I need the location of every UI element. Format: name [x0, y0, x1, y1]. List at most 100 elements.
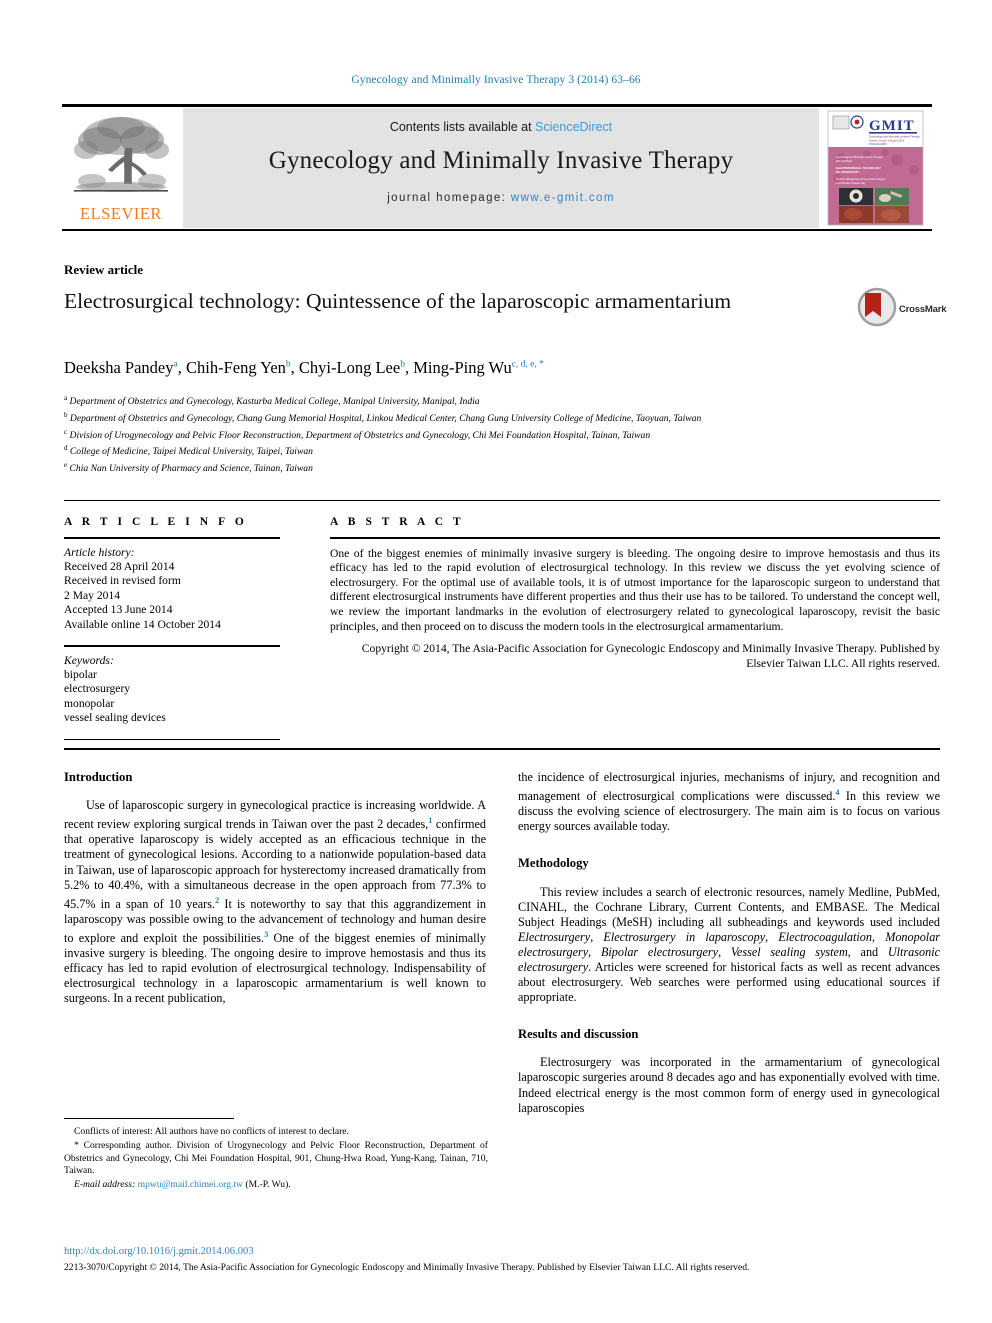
abstract-body: One of the biggest enemies of minimally …	[330, 546, 940, 633]
author-sep-0: ,	[177, 358, 186, 377]
affiliation-mark-d: d	[64, 444, 68, 453]
email-suffix: (M.-P. Wu).	[243, 1179, 291, 1191]
history-received: Received 28 April 2014	[64, 560, 175, 573]
keywords-top-rule	[64, 645, 280, 647]
author-name-0: Deeksha Pandey	[64, 358, 174, 377]
crossmark-badge[interactable]: CrossMark	[857, 287, 947, 337]
running-head: Gynecology and Minimally Invasive Therap…	[351, 74, 641, 86]
author-name-2: Chyi-Long Lee	[298, 358, 401, 377]
doi-link[interactable]: http://dx.doi.org/10.1016/j.gmit.2014.06…	[64, 1246, 254, 1257]
keyword-0: bipolar	[64, 668, 97, 682]
affiliation-mark-c: c	[64, 427, 68, 436]
elsevier-wordmark: ELSEVIER	[80, 204, 162, 223]
svg-text:Gynecology and Minimally Invas: Gynecology and Minimally Invasive Therap…	[869, 135, 920, 139]
elsevier-logo: ELSEVIER	[62, 108, 180, 228]
article-type: Review article	[64, 262, 144, 277]
methodology-paragraph: This review includes a search of electro…	[518, 884, 941, 1005]
svg-text:Gynecology and Minimally Invas: Gynecology and Minimally Invasive Therap…	[836, 156, 884, 159]
affiliation-d: d College of Medicine, Taipei Medical Un…	[64, 442, 939, 459]
sciencedirect-link[interactable]: ScienceDirect	[535, 120, 612, 134]
history-accepted: Accepted 13 June 2014	[64, 603, 173, 617]
crossmark-label: CrossMark	[899, 304, 947, 315]
footnote-corresponding-author: * Corresponding author. Division of Urog…	[64, 1140, 488, 1176]
journal-cover-thumbnail: GMIT Gynecology and Minimally Invasive T…	[819, 108, 932, 228]
heading-methodology: Methodology	[518, 856, 589, 871]
intro-paragraph: Use of laparoscopic surgery in gynecolog…	[64, 798, 486, 1006]
abstract-copyright: Copyright © 2014, The Asia-Pacific Assoc…	[361, 642, 940, 670]
affiliation-a: a Department of Obstetrics and Gynecolog…	[64, 392, 939, 409]
intro-continued-paragraph: the incidence of electrosurgical injurie…	[518, 770, 940, 834]
affiliation-text-d: College of Medicine, Taipei Medical Univ…	[69, 446, 313, 458]
crossmark-icon	[857, 287, 897, 327]
mesh-term-5: Bipolar electrosurgery	[600, 944, 719, 959]
abstract-band-top-rule	[64, 500, 940, 501]
keywords-label: Keywords:	[64, 653, 114, 667]
masthead-bottom-rule	[62, 229, 932, 231]
contents-prefix: Contents lists available at	[389, 120, 536, 134]
affiliation-text-c: Division of Urogynecology and Pelvic Flo…	[69, 429, 651, 441]
body-column-right: the incidence of electrosurgical injurie…	[518, 770, 940, 1116]
article-info-rule	[64, 537, 280, 539]
footnote-block: Conflicts of interest: All authors have …	[64, 1126, 488, 1193]
author-marks-3[interactable]: c, d, e, *	[512, 360, 544, 370]
history-revised-label: Received in revised form	[64, 574, 181, 588]
affiliation-mark-a: a	[64, 394, 68, 402]
journal-article-page: Gynecology and Minimally Invasive Therap…	[0, 0, 992, 1323]
mesh-term-1: Electrosurgery	[518, 929, 591, 944]
journal-title: Gynecology and Minimally Invasive Therap…	[268, 147, 734, 174]
author-list: Deeksha Pandeya, Chih-Feng Yenb, Chyi-Lo…	[64, 358, 824, 378]
mesh-term-2: Electrosurgery in laparoscopy	[603, 929, 766, 944]
journal-cover-image: GMIT Gynecology and Minimally Invasive T…	[819, 108, 932, 228]
keyword-3: vessel sealing devices	[64, 711, 166, 725]
journal-banner: Contents lists available at ScienceDirec…	[183, 108, 819, 228]
author-sep-2: ,	[404, 358, 414, 377]
elsevier-tree-icon	[74, 117, 169, 192]
keyword-2: monopolar	[64, 696, 115, 710]
affiliation-text-e: Chia Nan University of Pharmacy and Scie…	[69, 463, 313, 475]
email-address-label: E-mail address:	[74, 1179, 136, 1191]
contents-available-line: Contents lists available at ScienceDirec…	[183, 120, 819, 134]
svg-text:ISSN 2213-3070: ISSN 2213-3070	[869, 143, 887, 146]
affiliation-e: e Chia Nan University of Pharmacy and Sc…	[64, 459, 939, 476]
author-name-3: Ming-Ping Wu	[413, 358, 512, 377]
keywords-block: Keywords: bipolar electrosurgery monopol…	[64, 654, 280, 726]
affiliation-text-b: Department of Obstetrics and Gynecology,…	[69, 412, 702, 424]
journal-homepage-line: journal homepage: www.e-gmit.com	[183, 192, 819, 204]
abstract-band-bottom-rule	[64, 748, 940, 750]
abstract-rule	[330, 537, 940, 539]
affiliation-c: c Division of Urogynecology and Pelvic F…	[64, 426, 939, 443]
history-revised-date: 2 May 2014	[64, 588, 121, 602]
svg-text:in a Minimally Invasive Way: in a Minimally Invasive Way	[836, 182, 866, 185]
journal-masthead: ELSEVIER Contents lists available at Sci…	[62, 104, 932, 232]
homepage-url-link[interactable]: www.e-gmit.com	[511, 192, 615, 204]
issn-copyright-line: 2213-3070/Copyright © 2014, The Asia-Pac…	[64, 1262, 750, 1273]
keyword-1: electrosurgery	[64, 682, 131, 696]
article-history-label: Article history:	[64, 545, 135, 559]
svg-text:GMIT: GMIT	[869, 118, 915, 134]
heading-introduction: Introduction	[64, 770, 133, 784]
affiliation-list: a Department of Obstetrics and Gynecolog…	[64, 392, 939, 476]
intro-text-a: Use of laparoscopic surgery in gynecolog…	[64, 798, 486, 832]
author-sep-1: ,	[290, 358, 299, 377]
affiliation-mark-e: e	[64, 461, 68, 470]
article-history: Article history: Received 28 April 2014 …	[64, 546, 280, 632]
article-title: Electrosurgical technology: Quintessence…	[64, 289, 732, 313]
affiliation-b: b Department of Obstetrics and Gynecolog…	[64, 409, 939, 426]
methodology-text-a: This review includes a search of electro…	[518, 884, 940, 929]
masthead-top-rule	[62, 104, 932, 107]
homepage-label: journal homepage:	[387, 192, 511, 204]
svg-text:Tools for Management of Acute: Tools for Management of Acute Pelvic Sur…	[836, 178, 886, 181]
body-column-left: Introduction Use of laparoscopic surgery…	[64, 770, 486, 1007]
svg-text:ELECTROSURGICAL TECHNOLOGY: ELECTROSURGICAL TECHNOLOGY	[836, 166, 881, 170]
article-info-heading: A R T I C L E I N F O	[64, 516, 248, 528]
footnote-separator-rule	[64, 1118, 234, 1119]
svg-text:IN LAPAROSCOPY: IN LAPAROSCOPY	[836, 170, 859, 174]
abstract-panel: A B S T R A C T One of the biggest enemi…	[330, 516, 940, 671]
email-link[interactable]: mpwu@mail.chimei.org.tw	[138, 1179, 243, 1190]
article-info-panel: A R T I C L E I N F O Article history: R…	[64, 516, 280, 741]
mesh-term-6: Vessel sealing system	[730, 944, 848, 959]
affiliation-text-a: Department of Obstetrics and Gynecology,…	[69, 396, 480, 408]
affiliation-mark-b: b	[64, 410, 68, 419]
footnote-email: E-mail address: mpwu@mail.chimei.org.tw …	[64, 1179, 488, 1191]
heading-results-discussion: Results and discussion	[518, 1027, 639, 1042]
